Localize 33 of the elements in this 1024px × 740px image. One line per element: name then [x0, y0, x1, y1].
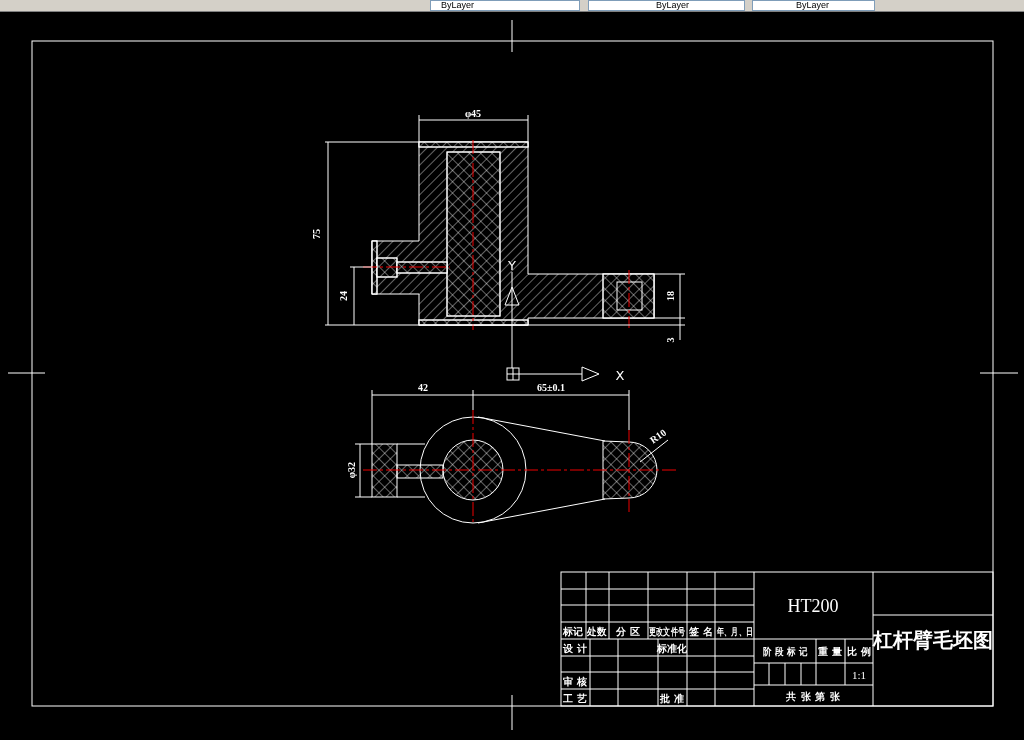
title-block-label: 共 张 第 张	[786, 691, 840, 702]
title-block-label: 标准化	[657, 643, 687, 654]
dimension-text: 24	[338, 291, 349, 301]
dimension-text: R10	[647, 426, 669, 446]
title-block-label: 分 区	[615, 626, 641, 637]
title-block-label: 比 例	[846, 646, 872, 657]
title-block-label: 签 名	[688, 626, 714, 637]
axis-label: X	[615, 368, 625, 383]
dimension-text: 75	[311, 229, 322, 239]
title-block-label: 设 计	[562, 643, 588, 654]
dropdown[interactable]: ByLayer	[588, 0, 745, 11]
title-block-label: 重 量	[817, 646, 843, 657]
dimension-text: φ32	[346, 461, 357, 479]
title-block-label: 处数	[587, 625, 607, 638]
scale-text: 1:1	[851, 669, 867, 681]
dimension-text: 3	[665, 337, 676, 343]
title-block-label: 批 准	[659, 693, 685, 704]
dimension-text: 18	[665, 291, 676, 301]
dimension-text: φ45	[464, 108, 482, 119]
title-block-label: 标记	[563, 626, 583, 637]
drawing-title: 杠杆臂毛坯图	[873, 628, 993, 652]
dropdown[interactable]: ByLayer	[430, 0, 580, 11]
material-text: HT200	[787, 596, 839, 616]
title-block-label: 年、月、日	[716, 625, 754, 638]
title-block-label: 审 核	[562, 676, 588, 687]
title-block-label: 更改文件号	[648, 625, 686, 638]
title-block-label: 工 艺	[562, 693, 588, 704]
title-block-label: 阶 段 标 记	[762, 645, 808, 658]
dropdown[interactable]: ByLayer	[752, 0, 875, 11]
dimension-text: 42	[418, 382, 428, 393]
axis-label: Y	[508, 258, 516, 273]
ucs-icon	[504, 271, 600, 382]
dimension-text: 65±0.1	[537, 382, 565, 393]
